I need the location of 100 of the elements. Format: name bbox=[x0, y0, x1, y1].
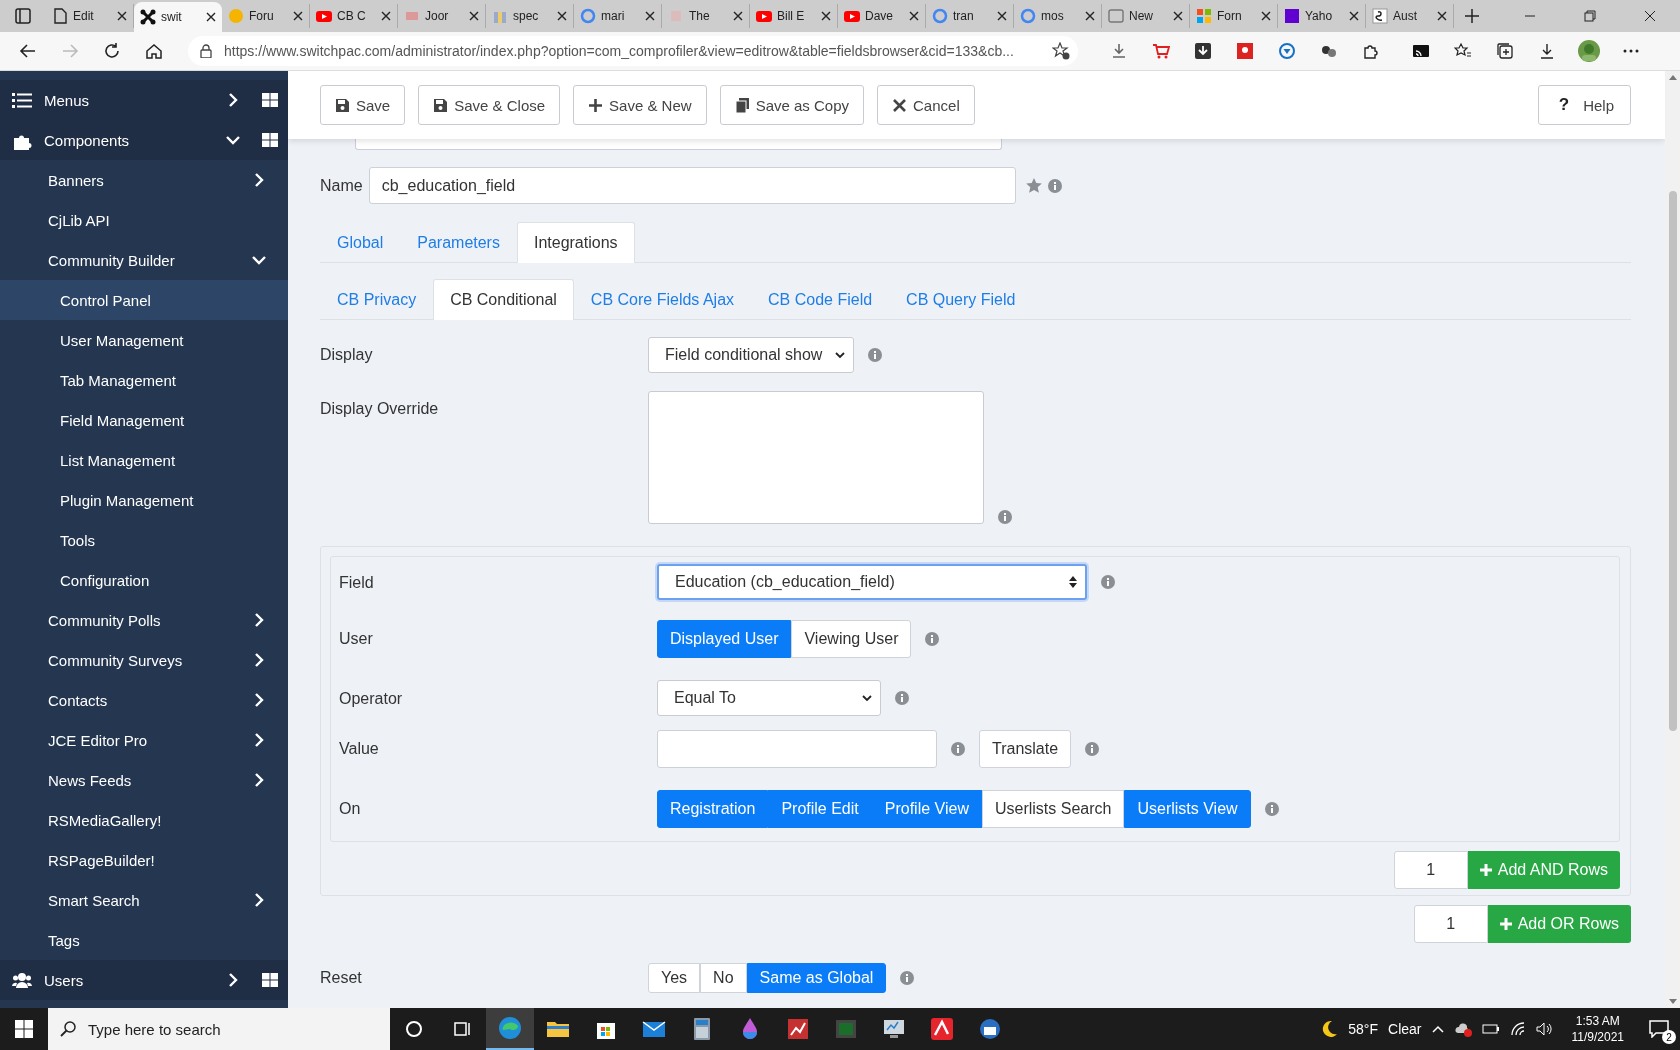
toolbar-button[interactable]: Save & New bbox=[573, 85, 707, 125]
plus-icon[interactable] bbox=[1465, 9, 1479, 23]
grid-icon[interactable] bbox=[262, 973, 278, 987]
chevron-right-icon[interactable] bbox=[226, 973, 240, 987]
toggle-button[interactable]: Profile View bbox=[871, 790, 982, 828]
grid-icon[interactable] bbox=[262, 93, 278, 107]
circle-icon[interactable] bbox=[404, 1019, 424, 1039]
tab[interactable]: CB Core Fields Ajax bbox=[573, 279, 752, 320]
toolbar-button[interactable]: Save bbox=[320, 85, 406, 125]
browser-tab[interactable]: Bill E bbox=[750, 4, 838, 28]
browser-tab[interactable]: New bbox=[1102, 4, 1190, 28]
sidebar-item[interactable]: Community Surveys bbox=[0, 640, 288, 680]
count-field[interactable]: 1 bbox=[1413, 905, 1488, 943]
dropdown[interactable]: Field conditional show bbox=[648, 337, 854, 373]
toolbar-button[interactable]: Save & Close bbox=[418, 85, 561, 125]
chevron-right-icon[interactable] bbox=[252, 893, 266, 907]
download-box-icon[interactable] bbox=[1194, 42, 1212, 60]
avatar-icon[interactable] bbox=[1578, 40, 1600, 62]
sidebar-item[interactable]: Smart Search bbox=[0, 880, 288, 920]
speaker-icon[interactable] bbox=[1535, 1022, 1552, 1036]
tab[interactable]: CB Privacy bbox=[320, 279, 434, 320]
close-icon[interactable] bbox=[1349, 11, 1359, 21]
help-button[interactable]: ? Help bbox=[1537, 85, 1631, 125]
sidebar-item[interactable]: Users bbox=[0, 960, 288, 1000]
tab[interactable]: CB Conditional bbox=[433, 279, 574, 320]
wifi-icon[interactable] bbox=[1509, 1022, 1526, 1036]
terminal-icon[interactable] bbox=[834, 1017, 858, 1041]
close-icon[interactable] bbox=[1261, 11, 1271, 21]
sidebar-item[interactable]: RSPageBuilder! bbox=[0, 840, 288, 880]
close-icon[interactable] bbox=[293, 11, 303, 21]
close-icon[interactable] bbox=[821, 11, 831, 21]
chevron-down-icon[interactable] bbox=[252, 253, 266, 267]
edge-icon[interactable] bbox=[498, 1016, 522, 1040]
puzzle-icon[interactable] bbox=[1362, 42, 1380, 60]
scroll-down-icon[interactable] bbox=[1668, 999, 1677, 1004]
task-view-icon[interactable] bbox=[452, 1019, 472, 1039]
sidebar-item[interactable]: Components bbox=[0, 120, 288, 160]
star-plus-icon[interactable] bbox=[1052, 42, 1070, 60]
sidebar-item[interactable]: Menus bbox=[0, 80, 288, 120]
scroll-up-icon[interactable] bbox=[1668, 75, 1677, 80]
clock[interactable]: 1:53 AM 11/9/2021 bbox=[1571, 1013, 1624, 1045]
moon-icon[interactable] bbox=[1320, 1020, 1339, 1038]
sidebar-item[interactable]: User Management bbox=[0, 320, 288, 360]
tab[interactable]: CB Query Field bbox=[889, 279, 1033, 320]
toggle-button[interactable]: No bbox=[700, 963, 747, 993]
browser-tab[interactable]: swit bbox=[134, 2, 222, 32]
browser-tab[interactable]: The bbox=[662, 4, 750, 28]
input-field[interactable] bbox=[355, 139, 1002, 150]
browser-tab[interactable]: Joor bbox=[398, 4, 486, 28]
toggle-button[interactable]: Same as Global bbox=[746, 963, 887, 993]
chevron-right-icon[interactable] bbox=[252, 693, 266, 707]
close-icon[interactable] bbox=[733, 11, 743, 21]
search-field[interactable]: Type here to search bbox=[48, 1008, 390, 1050]
grid-icon[interactable] bbox=[262, 133, 278, 147]
browser-tab[interactable]: mari bbox=[574, 4, 662, 28]
sidebar-item[interactable]: News Feeds bbox=[0, 760, 288, 800]
close-icon[interactable] bbox=[1173, 11, 1183, 21]
home-icon[interactable] bbox=[145, 42, 163, 60]
badge-icon[interactable] bbox=[1236, 42, 1254, 60]
close-icon[interactable] bbox=[645, 11, 655, 21]
browser-tab[interactable]: Yaho bbox=[1278, 4, 1366, 28]
sidebar-item[interactable]: Control Panel bbox=[0, 280, 288, 320]
browser-tab[interactable]: Dave bbox=[838, 4, 926, 28]
tab[interactable]: Integrations bbox=[516, 222, 635, 263]
tab[interactable]: Parameters bbox=[400, 222, 517, 263]
toggle-button[interactable]: Userlists Search bbox=[981, 790, 1125, 828]
chevron-up-icon[interactable] bbox=[1431, 1025, 1444, 1033]
sidebar-item[interactable]: Banners bbox=[0, 160, 288, 200]
toggle-button[interactable]: Yes bbox=[648, 963, 701, 993]
tab[interactable]: CB Code Field bbox=[751, 279, 890, 320]
chevron-right-icon[interactable] bbox=[252, 653, 266, 667]
download-icon[interactable] bbox=[1538, 42, 1556, 60]
sidebar-item[interactable]: Tools bbox=[0, 520, 288, 560]
chart-icon[interactable] bbox=[786, 1017, 810, 1041]
dropdown[interactable]: Education (cb_education_field) bbox=[657, 564, 1087, 600]
cast-icon[interactable] bbox=[1412, 42, 1430, 60]
sidebar-item[interactable]: Community Builder bbox=[0, 240, 288, 280]
close-icon[interactable] bbox=[1437, 11, 1447, 21]
sidebar-item[interactable]: CjLib API bbox=[0, 200, 288, 240]
toggle-button[interactable]: Viewing User bbox=[791, 620, 912, 658]
close-icon[interactable] bbox=[997, 11, 1007, 21]
toggle-button[interactable]: Displayed User bbox=[657, 620, 792, 658]
browser-tab[interactable]: mos bbox=[1014, 4, 1102, 28]
monitor-icon[interactable] bbox=[882, 1017, 906, 1041]
close-icon[interactable] bbox=[557, 11, 567, 21]
browser-tab[interactable]: CB C bbox=[310, 4, 398, 28]
cart-icon[interactable] bbox=[1152, 42, 1170, 60]
battery-icon[interactable] bbox=[1481, 1023, 1500, 1035]
cloud-icon[interactable] bbox=[1453, 1021, 1472, 1037]
sidebar-item[interactable]: List Management bbox=[0, 440, 288, 480]
toggle-button[interactable]: Userlists View bbox=[1124, 790, 1251, 828]
translate-button[interactable]: Translate bbox=[979, 730, 1072, 768]
sidebar-item[interactable]: Plugin Management bbox=[0, 480, 288, 520]
chevron-right-icon[interactable] bbox=[252, 613, 266, 627]
toolbar-button[interactable]: Save as Copy bbox=[719, 85, 865, 125]
toolbar-button[interactable]: Cancel bbox=[877, 85, 975, 125]
chevron-right-icon[interactable] bbox=[252, 173, 266, 187]
close-icon[interactable] bbox=[909, 11, 919, 21]
scrollbar-thumb[interactable] bbox=[1668, 191, 1677, 731]
input-field[interactable]: cb_education_field bbox=[368, 167, 1016, 204]
